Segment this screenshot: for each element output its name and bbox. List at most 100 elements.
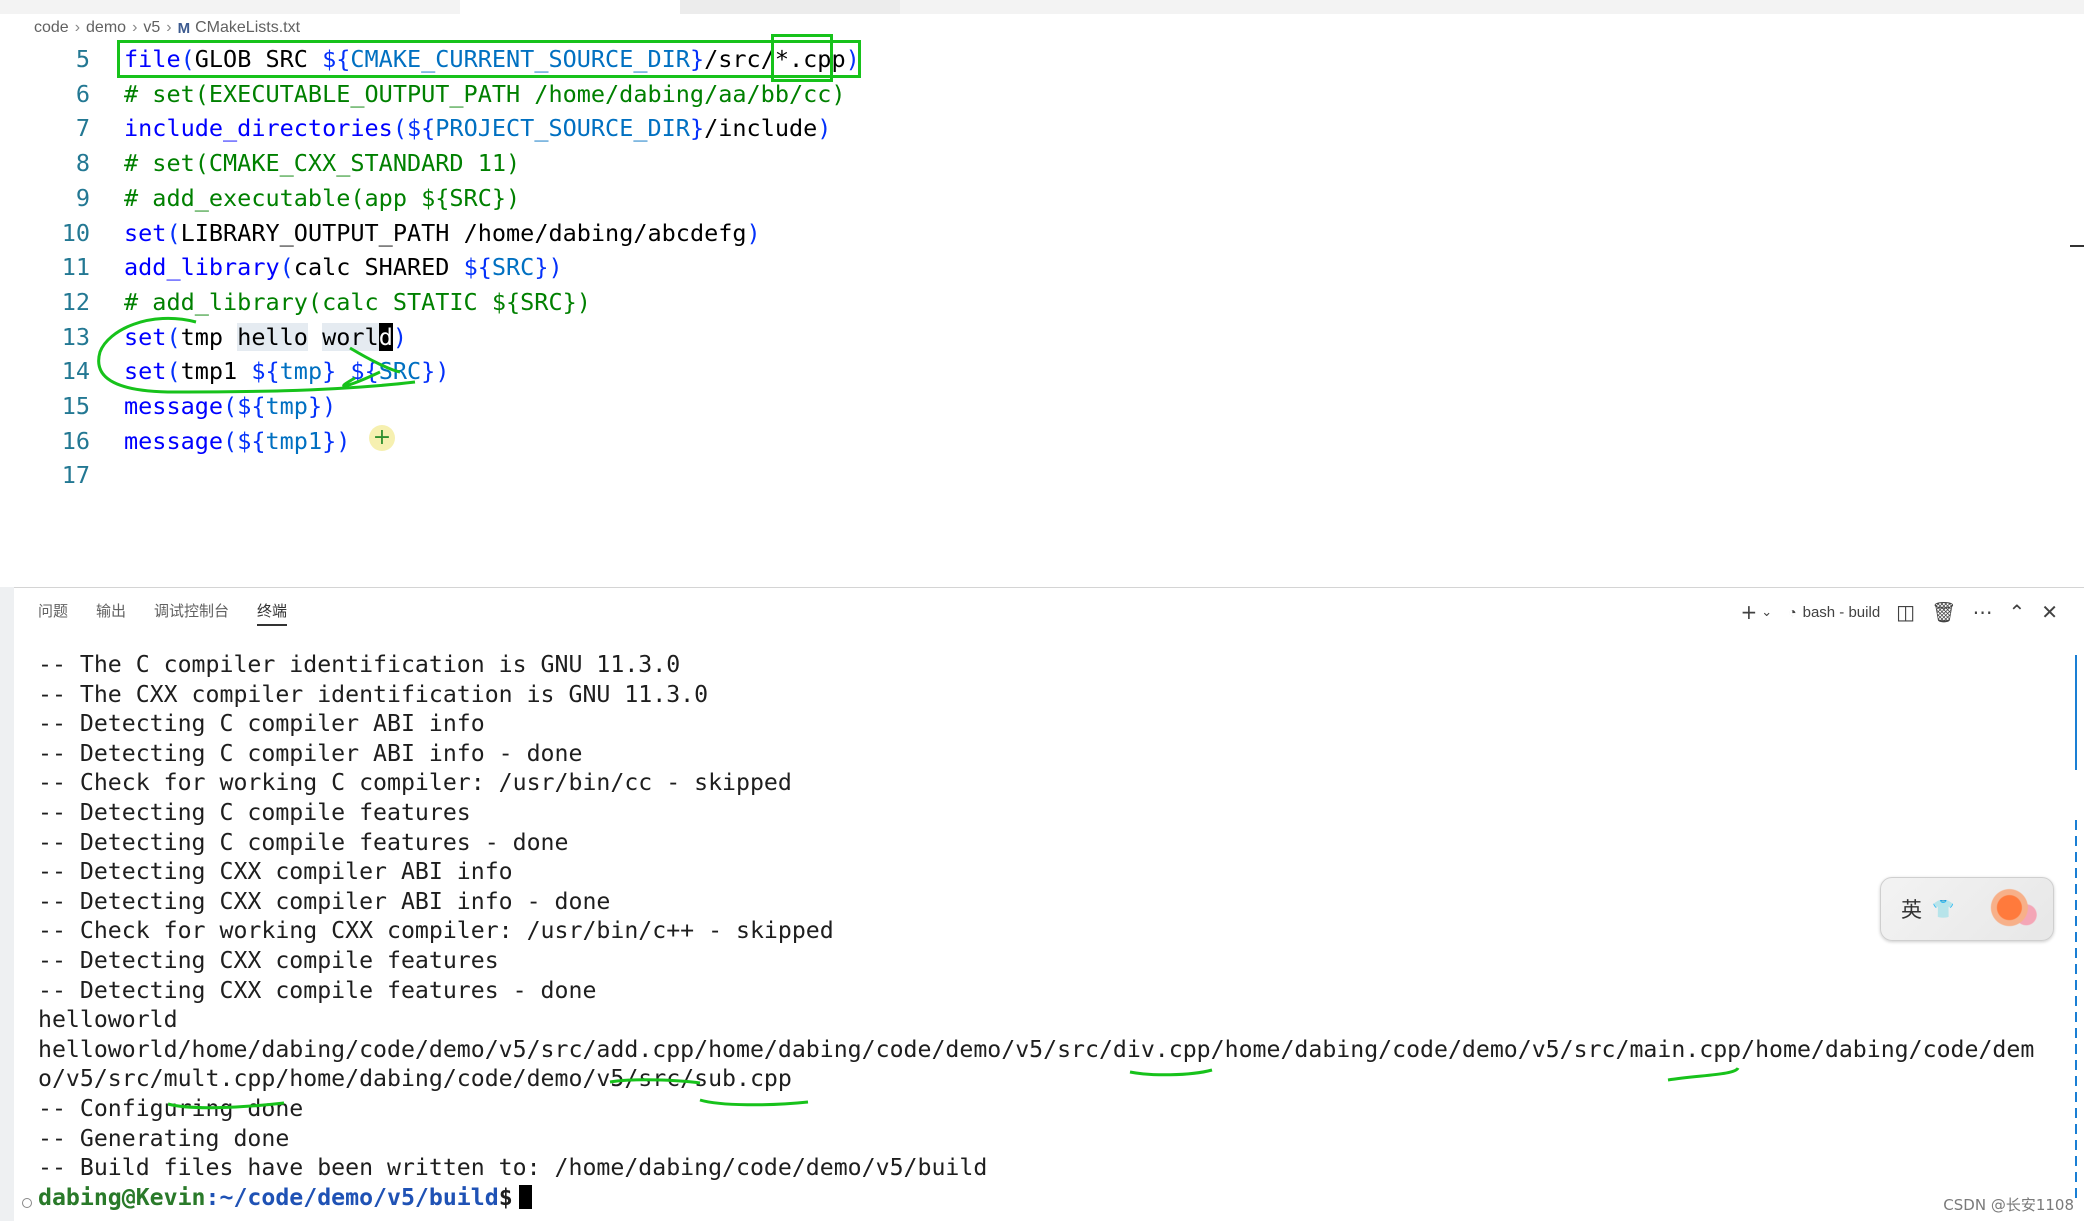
code-token: tmp: [265, 392, 308, 420]
prompt-path: :~/code/demo/v5/build: [205, 1183, 499, 1211]
breadcrumb-item-demo[interactable]: demo: [86, 19, 126, 37]
code-text: # set(CMAKE_CXX_STANDARD 11): [124, 146, 520, 180]
code-line[interactable]: 17: [0, 458, 90, 492]
code-line[interactable]: 12 # add_library(calc STATIC ${SRC}): [0, 285, 591, 319]
line-number: 13: [61, 322, 90, 351]
code-token: ${: [251, 357, 280, 386]
code-editor[interactable]: 5 file(GLOB SRC ${CMAKE_CURRENT_SOURCE_DI…: [0, 42, 2084, 587]
code-token: # set(CMAKE_CXX_STANDARD 11): [124, 149, 521, 178]
code-line[interactable]: 6 # set(EXECUTABLE_OUTPUT_PATH /home/dabi…: [0, 77, 846, 111]
chevron-down-icon[interactable]: ⌄: [1761, 605, 1772, 620]
code-token: ): [746, 218, 761, 247]
code-token: # add_executable(app ${SRC}): [124, 183, 521, 212]
code-token: ${: [406, 114, 436, 143]
selection-highlight: worl: [322, 322, 379, 351]
split-icon[interactable]: ◫: [1896, 600, 1915, 624]
tab-terminal[interactable]: 终端: [257, 598, 288, 626]
code-line[interactable]: 8 # set(CMAKE_CXX_STANDARD 11): [0, 146, 520, 180]
code-token: ): [435, 357, 450, 386]
line-number: 6: [75, 79, 90, 108]
code-token: tmp1: [265, 426, 323, 455]
breadcrumb: code › demo › v5 › M CMakeLists.txt: [34, 16, 300, 40]
ime-language[interactable]: 英: [1901, 894, 1922, 924]
code-token: }: [689, 114, 705, 143]
ime-widget[interactable]: 英 👕: [1880, 877, 2054, 941]
line-number: 11: [61, 253, 90, 282]
chevron-right-icon: ›: [74, 19, 81, 36]
code-line[interactable]: 7 include_directories(${PROJECT_SOURCE_DI…: [0, 111, 832, 145]
terminal-line: -- Check for working C compiler: /usr/bi…: [38, 769, 792, 797]
code-token: (: [223, 426, 238, 455]
code-token: (: [223, 392, 238, 420]
tab-other[interactable]: [680, 0, 900, 14]
code-line[interactable]: 16 message(${tmp1}): [0, 424, 351, 458]
terminal-line: o/v5/src/mult.cpp/home/dabing/code/demo/…: [38, 1065, 792, 1093]
code-token: }: [534, 253, 549, 282]
line-number: 12: [61, 287, 90, 316]
line-number: 5: [75, 45, 90, 73]
line-number: 15: [61, 392, 90, 420]
code-text: include_directories(${PROJECT_SOURCE_DIR…: [124, 111, 831, 145]
code-text: # set(EXECUTABLE_OUTPUT_PATH /home/dabin…: [124, 77, 846, 111]
add-hint-icon[interactable]: +: [369, 425, 395, 451]
plus-icon[interactable]: +: [1740, 600, 1757, 624]
code-text: add_library(calc SHARED ${SRC}): [124, 250, 563, 284]
code-token: (: [279, 253, 294, 282]
terminal-scrollbar-mark: [2075, 820, 2077, 1200]
code-line[interactable]: 11 add_library(calc SHARED ${SRC}): [0, 250, 563, 284]
terminal-line: -- Check for working CXX compiler: /usr/…: [38, 917, 834, 945]
code-line[interactable]: 13 set(tmp hello world): [0, 320, 407, 354]
terminal-line: -- Configuring done: [38, 1095, 304, 1122]
code-line[interactable]: 15 message(${tmp}): [0, 389, 337, 423]
panel-divider[interactable]: [14, 587, 2084, 588]
breadcrumb-item-file[interactable]: CMakeLists.txt: [195, 19, 300, 37]
trash-icon[interactable]: 🗑: [1931, 600, 1956, 624]
code-token: PROJECT_SOURCE_DIR: [435, 114, 690, 143]
terminal-output[interactable]: -- The C compiler identification is GNU …: [0, 650, 2084, 1221]
terminal-line: -- Detecting C compiler ABI info - done: [38, 739, 583, 767]
more-icon[interactable]: ⋯: [1972, 600, 1992, 624]
terminal-selector[interactable]: ◔ bash - build: [1788, 604, 1880, 621]
code-text: set(tmp hello world): [124, 320, 407, 354]
panel-actions: + ⌄ ◔ bash - build ◫ 🗑 ⋯ ⌃ ✕: [1740, 598, 2058, 626]
terminal-prompt[interactable]: dabing@Kevin:~/code/demo/v5/build$: [38, 1183, 532, 1213]
code-line[interactable]: 9 # add_executable(app ${SRC}): [0, 181, 520, 215]
code-token: message: [124, 426, 224, 455]
code-token: tmp: [180, 322, 238, 351]
tab-output[interactable]: 输出: [96, 598, 126, 626]
bilibili-logo-watermark: [1870, 0, 2050, 40]
code-text: message(${tmp}): [124, 389, 336, 423]
code-token: (: [166, 218, 181, 247]
chevron-up-icon[interactable]: ⌃: [2008, 600, 2025, 624]
terminal-line: -- Detecting C compile features: [38, 799, 471, 826]
tab-problems[interactable]: 问题: [38, 598, 68, 626]
editor-tab-strip: [0, 0, 2084, 14]
line-number: 17: [61, 461, 90, 490]
code-line[interactable]: 10 set(LIBRARY_OUTPUT_PATH /home/dabing/a…: [0, 216, 761, 250]
prompt-user: dabing@Kevin: [38, 1183, 206, 1211]
code-token: set: [124, 322, 167, 351]
code-line[interactable]: 14 set(tmp1 ${tmp} ${SRC}): [0, 354, 450, 388]
tab-cmakelists[interactable]: [460, 0, 680, 14]
line-number: 10: [61, 218, 90, 247]
close-icon[interactable]: ✕: [2041, 600, 2058, 624]
code-text: # add_executable(app ${SRC}): [124, 181, 520, 215]
code-token: ${: [350, 357, 379, 386]
terminal-line: helloworld/home/dabing/code/demo/v5/src/…: [38, 1035, 2035, 1063]
shirt-icon[interactable]: 👕: [1932, 899, 1954, 920]
code-text: set(LIBRARY_OUTPUT_PATH /home/dabing/abc…: [124, 216, 761, 250]
breadcrumb-item-code[interactable]: code: [34, 19, 69, 37]
chevron-right-icon: ›: [132, 19, 138, 36]
tab-debug-console[interactable]: 调试控制台: [154, 598, 229, 626]
prompt-symbol: $: [498, 1183, 513, 1211]
annotation-box-line5: [117, 40, 861, 78]
breadcrumb-item-v5[interactable]: v5: [143, 19, 160, 37]
code-token: message: [124, 392, 224, 420]
terminal-line: -- The C compiler identification is GNU …: [38, 651, 681, 678]
code-token: LIBRARY_OUTPUT_PATH /home/dabing/abcdefg: [180, 218, 747, 247]
code-token: # add_library(calc STATIC ${SRC}): [124, 287, 591, 316]
code-line[interactable]: 5 file(GLOB SRC ${CMAKE_CURRENT_SOURCE_DI…: [0, 42, 860, 76]
code-token: # set(EXECUTABLE_OUTPUT_PATH /home/dabin…: [124, 79, 846, 108]
code-token: (: [392, 114, 407, 143]
